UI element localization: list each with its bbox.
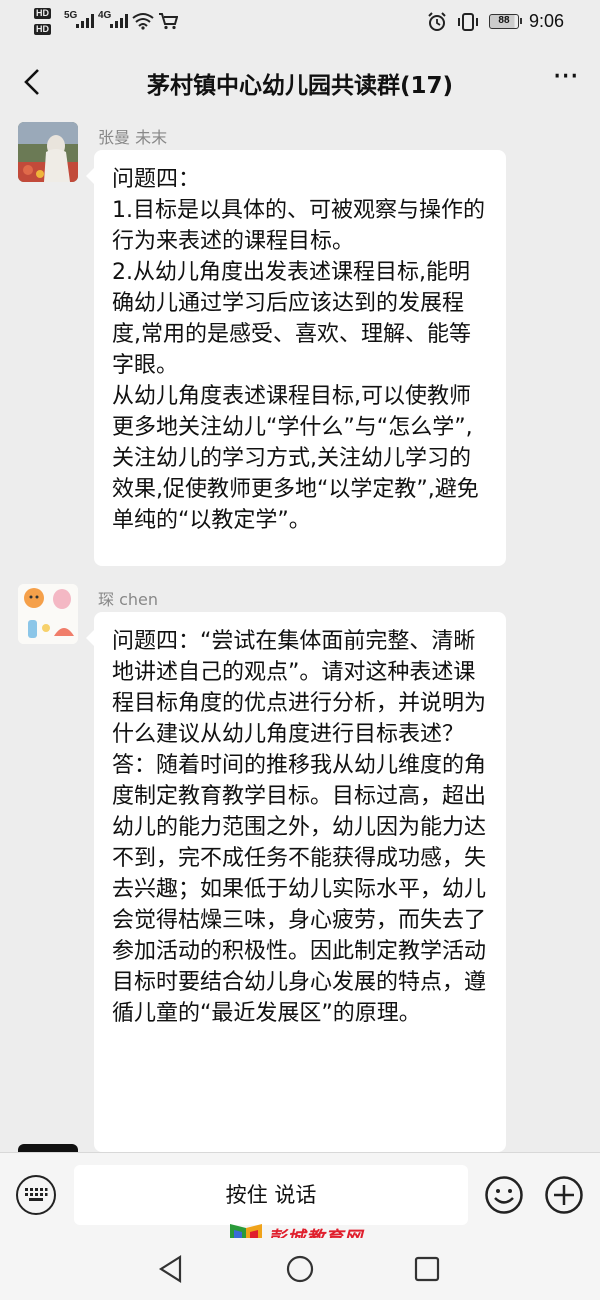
avatar-photo <box>18 122 78 182</box>
status-right-group: 88 9:06 <box>427 11 564 32</box>
sender-name: 琛 chen <box>98 590 159 609</box>
hd-badge-2: HD <box>34 24 51 35</box>
avatar-stickers <box>18 584 78 644</box>
wifi-icon <box>132 13 154 30</box>
signal-icon-1 <box>76 14 94 28</box>
hold-to-talk-button[interactable]: 按住 说话 <box>74 1165 468 1225</box>
back-triangle-icon[interactable] <box>156 1254 186 1284</box>
chat-header: 茅村镇中心幼儿园共读群(17) ··· <box>0 44 600 120</box>
sender-name: 张曼 未末 <box>98 128 168 147</box>
battery-icon: 88 <box>488 14 522 29</box>
shopping-cart-icon <box>159 13 178 30</box>
signal-icon-2 <box>110 14 128 28</box>
hd-badge-1: HD <box>34 8 51 19</box>
clock: 9:06 <box>528 11 564 31</box>
alarm-icon <box>428 11 446 31</box>
avatar[interactable] <box>18 584 78 644</box>
avatar[interactable] <box>18 122 78 182</box>
home-circle-icon[interactable] <box>285 1254 315 1284</box>
vibrate-icon <box>457 12 478 31</box>
keyboard-button[interactable] <box>16 1175 56 1215</box>
more-options-button[interactable]: ··· <box>552 62 579 92</box>
plus-icon[interactable] <box>544 1175 584 1215</box>
recents-square-icon[interactable] <box>412 1254 442 1284</box>
keyboard-icon <box>25 1188 48 1201</box>
system-navigation-bar <box>0 1238 600 1300</box>
emoji-icon[interactable] <box>484 1175 524 1215</box>
message-bubble[interactable]: 问题四： 1.目标是以具体的、可被观察与操作的行为来表述的课程目标。 2.从幼儿… <box>86 150 506 566</box>
chat-title: 茅村镇中心幼儿园共读群(17) <box>146 73 454 99</box>
status-bar: HD HD 5G 4G 88 9:06 <box>0 0 600 44</box>
message-bubble[interactable]: 问题四：“尝试在集体面前完整、清晰地讲述自己的观点”。请对这种表述课程目标角度的… <box>86 612 506 1152</box>
